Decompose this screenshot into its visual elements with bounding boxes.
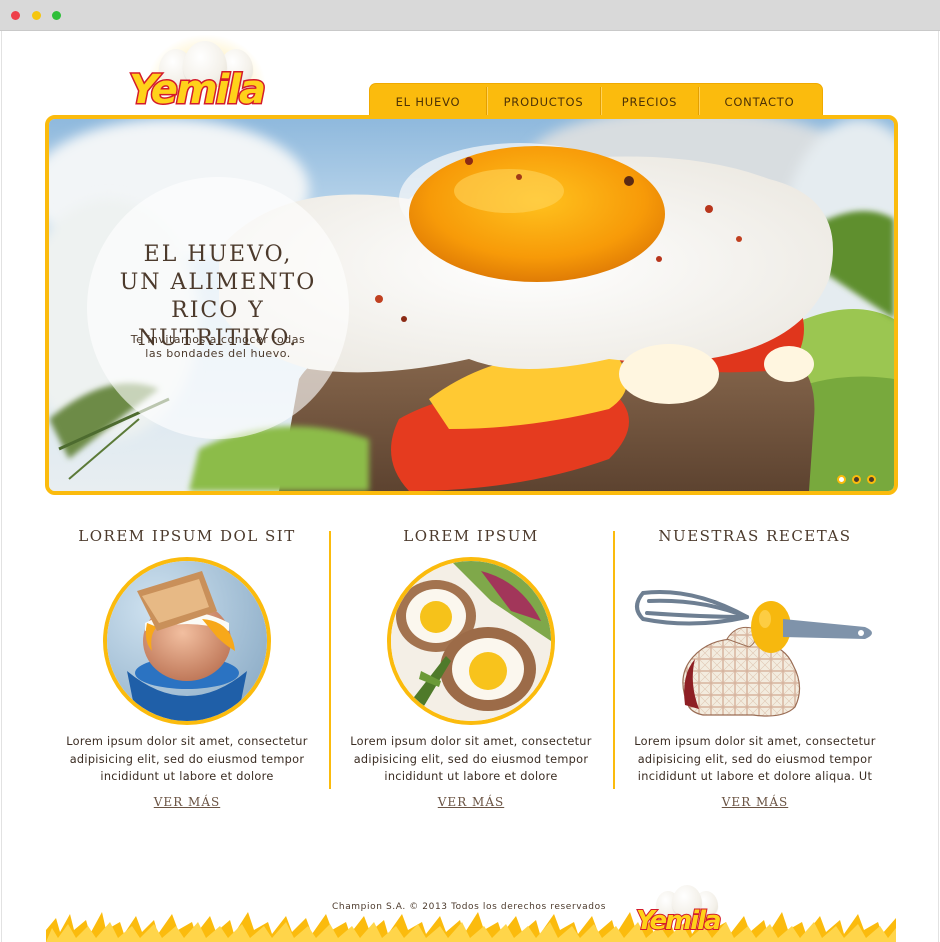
header-logo[interactable]: Yemila bbox=[127, 35, 287, 115]
column-divider bbox=[613, 531, 615, 789]
browser-title-bar bbox=[0, 0, 940, 31]
web-page: Yemila EL HUEVO PRODUCTOS PRECIOS CONTAC… bbox=[1, 31, 939, 942]
minimize-window-button[interactable] bbox=[32, 11, 41, 20]
column-title: NUESTRAS RECETAS bbox=[658, 527, 852, 545]
nav-item-el-huevo[interactable]: EL HUEVO bbox=[370, 84, 486, 116]
nav-item-productos[interactable]: PRODUCTOS bbox=[487, 84, 600, 116]
column-text: Lorem ipsum dolor sit amet, consectetur … bbox=[634, 735, 876, 783]
column-divider bbox=[329, 531, 331, 789]
nav-item-contacto[interactable]: CONTACTO bbox=[699, 84, 820, 116]
slider-dot-3[interactable] bbox=[867, 475, 876, 484]
grass-decoration bbox=[46, 912, 896, 942]
nav-item-precios[interactable]: PRECIOS bbox=[601, 84, 698, 116]
hero-subtitle: Te invitamos a conocer todas las bondade… bbox=[130, 333, 306, 360]
column-title: LOREM IPSUM bbox=[403, 527, 539, 545]
ver-mas-link-3[interactable]: VER MÁS bbox=[613, 795, 897, 809]
ver-mas-link-1[interactable]: VER MÁS bbox=[45, 795, 329, 809]
ver-mas-link-2[interactable]: VER MÁS bbox=[329, 795, 613, 809]
hero-slider: EL HUEVO, UN ALIMENTO RICO Y NUTRITIVO. … bbox=[45, 115, 898, 495]
scotch-egg-image bbox=[387, 557, 555, 725]
column-text: Lorem ipsum dolor sit amet, consectetur … bbox=[66, 735, 308, 783]
close-window-button[interactable] bbox=[11, 11, 20, 20]
logo-wordmark: Yemila bbox=[635, 905, 723, 937]
footer-logo[interactable]: Yemila bbox=[634, 883, 740, 939]
browser-window: Yemila EL HUEVO PRODUCTOS PRECIOS CONTAC… bbox=[0, 0, 940, 942]
column-text: Lorem ipsum dolor sit amet, consectetur … bbox=[350, 735, 592, 783]
whisk-egg-mitt-illustration bbox=[635, 590, 872, 717]
maximize-window-button[interactable] bbox=[52, 11, 61, 20]
slider-dot-2[interactable] bbox=[852, 475, 861, 484]
boiled-egg-image bbox=[103, 557, 271, 725]
main-nav: EL HUEVO PRODUCTOS PRECIOS CONTACTO bbox=[369, 83, 823, 116]
column-title: LOREM IPSUM DOL SIT bbox=[78, 527, 296, 545]
logo-wordmark: Yemila bbox=[127, 66, 267, 115]
slider-pagination bbox=[837, 475, 876, 484]
footer-copyright: Champion S.A. © 2013 Todos los derechos … bbox=[332, 902, 606, 912]
slider-dot-1[interactable] bbox=[837, 475, 846, 484]
